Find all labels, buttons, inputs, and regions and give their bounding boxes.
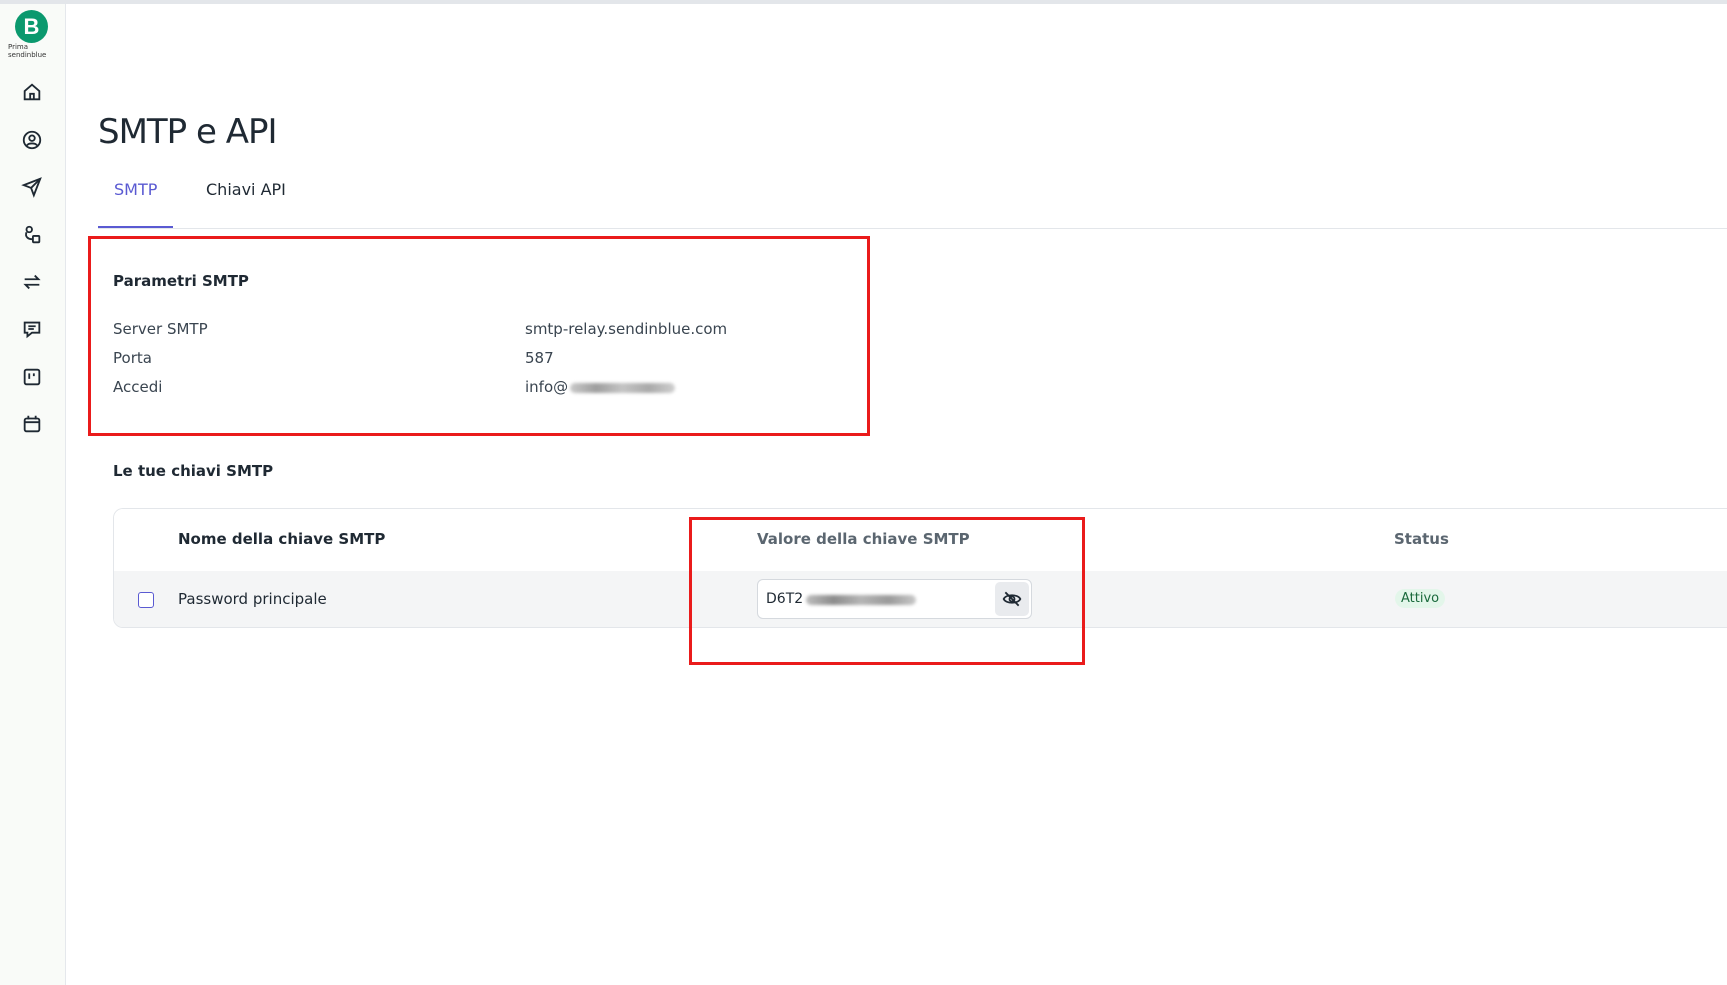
automation-icon[interactable]	[20, 223, 44, 247]
conversations-icon[interactable]	[20, 317, 44, 341]
brand-plan-label: Prima	[8, 43, 29, 51]
highlight-box-key-value	[689, 517, 1085, 665]
key-name-cell: Password principale	[178, 590, 327, 608]
column-header-status[interactable]: Status	[1394, 530, 1449, 548]
brand-name-label: sendinblue	[8, 51, 47, 59]
brand-logo-caption: Prima sendinblue	[8, 43, 58, 59]
smtp-keys-title: Le tue chiavi SMTP	[113, 462, 274, 480]
row-select-checkbox[interactable]	[138, 592, 154, 608]
home-icon[interactable]	[20, 80, 44, 104]
param-value-server: smtp-relay.sendinblue.com	[525, 320, 728, 338]
tab-api-keys[interactable]: Chiavi API	[190, 180, 302, 226]
tab-bar: SMTP Chiavi API	[98, 180, 1727, 229]
param-label-login: Accedi	[113, 378, 163, 396]
campaigns-icon[interactable]	[20, 175, 44, 199]
top-border	[0, 0, 1727, 4]
login-email-prefix: info@	[525, 378, 569, 396]
param-value-port: 587	[525, 349, 554, 367]
calendar-icon[interactable]	[20, 412, 44, 436]
param-label-server: Server SMTP	[113, 320, 208, 338]
page-title: SMTP e API	[98, 112, 278, 152]
brand-logo[interactable]: B	[15, 10, 48, 43]
param-label-port: Porta	[113, 349, 152, 367]
contacts-icon[interactable]	[20, 128, 44, 152]
smtp-params-title: Parametri SMTP	[113, 272, 249, 290]
param-value-login: info@	[525, 378, 676, 396]
status-badge: Attivo	[1395, 589, 1446, 608]
deals-icon[interactable]	[20, 365, 44, 389]
sidebar: B Prima sendinblue	[0, 4, 66, 985]
tab-smtp[interactable]: SMTP	[98, 180, 174, 228]
transactional-icon[interactable]	[20, 270, 44, 294]
column-header-name[interactable]: Nome della chiave SMTP	[178, 530, 385, 548]
redacted-email-domain	[570, 382, 676, 393]
